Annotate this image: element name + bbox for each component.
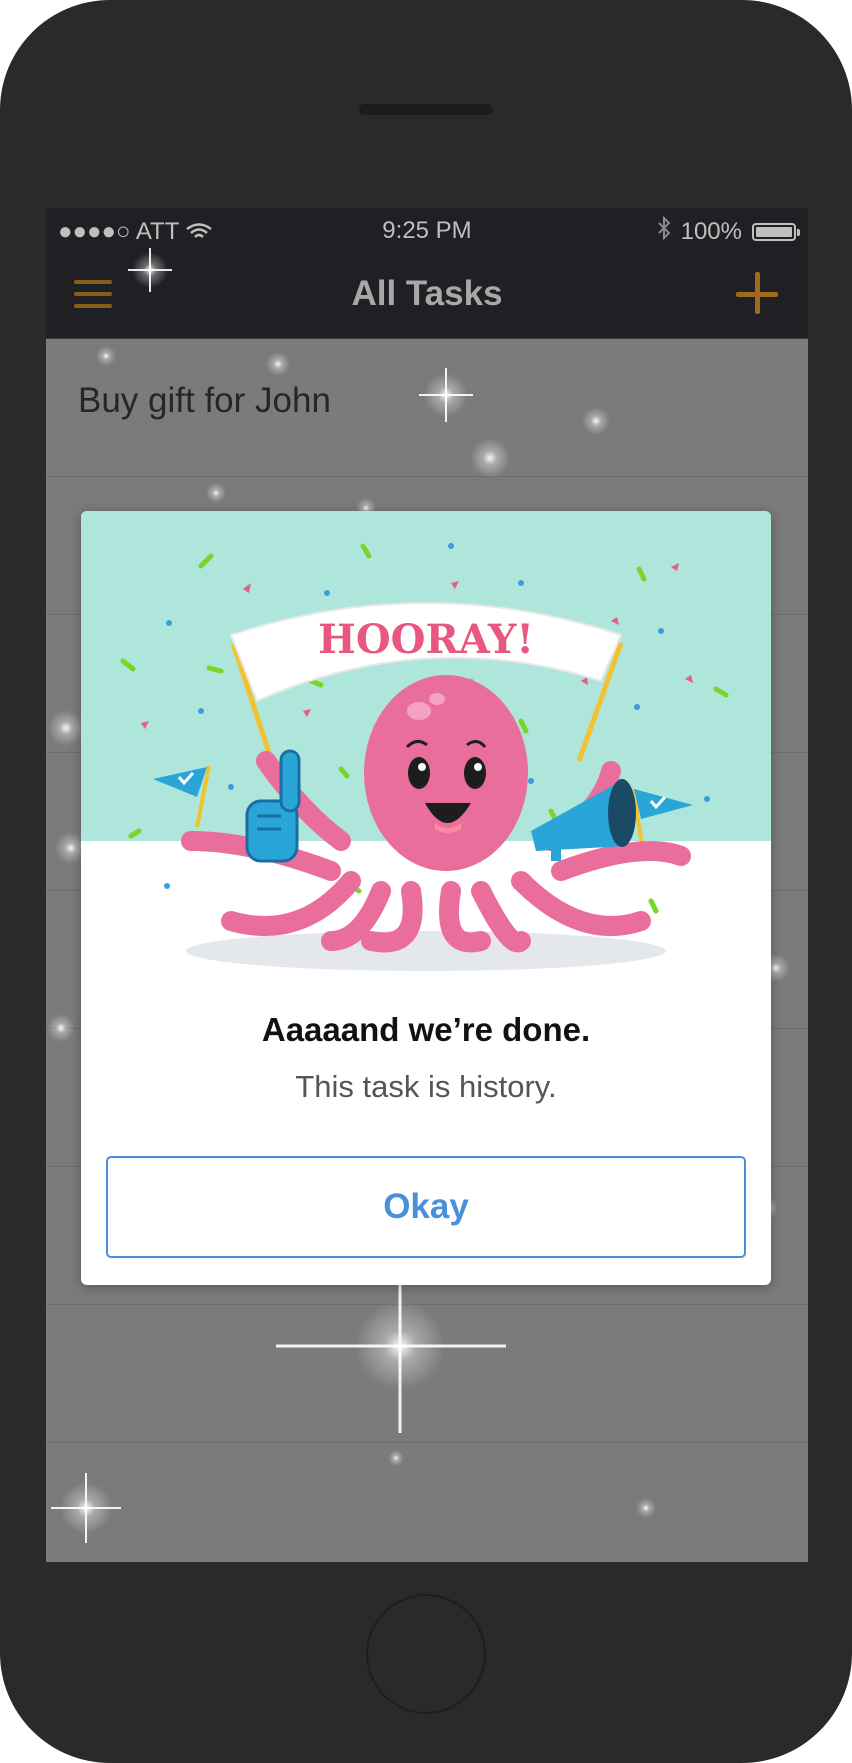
status-bar: ●●●●○ ATT 9:25 PM 100%	[46, 208, 808, 254]
navigation-bar: All Tasks	[46, 254, 808, 339]
add-task-button[interactable]	[736, 272, 782, 318]
home-button[interactable]	[366, 1594, 486, 1714]
app-screen: ●●●●○ ATT 9:25 PM 100% All Tasks Buy gif…	[46, 208, 808, 1562]
page-title: All Tasks	[351, 274, 503, 313]
battery-icon	[752, 222, 800, 241]
status-right: 100%	[657, 215, 800, 247]
bluetooth-icon	[657, 215, 671, 247]
completion-dialog: HOORAY! Aaaaand we’re done. This task is…	[81, 511, 771, 1285]
phone-frame: ●●●●○ ATT 9:25 PM 100% All Tasks Buy gif…	[0, 0, 852, 1763]
earpiece-speaker	[359, 104, 493, 115]
task-label: Buy gift for John	[78, 381, 331, 420]
dialog-subtitle: This task is history.	[295, 1069, 557, 1104]
okay-button[interactable]: Okay	[106, 1156, 746, 1258]
battery-percent: 100%	[680, 217, 742, 245]
banner-text: HOORAY!	[318, 616, 534, 663]
octopus-celebration-illustration: HOORAY!	[81, 511, 771, 971]
dialog-title: Aaaaand we’re done.	[261, 1011, 591, 1048]
list-item[interactable]: Buy gift for John	[46, 339, 808, 477]
list-item[interactable]	[46, 1305, 808, 1443]
